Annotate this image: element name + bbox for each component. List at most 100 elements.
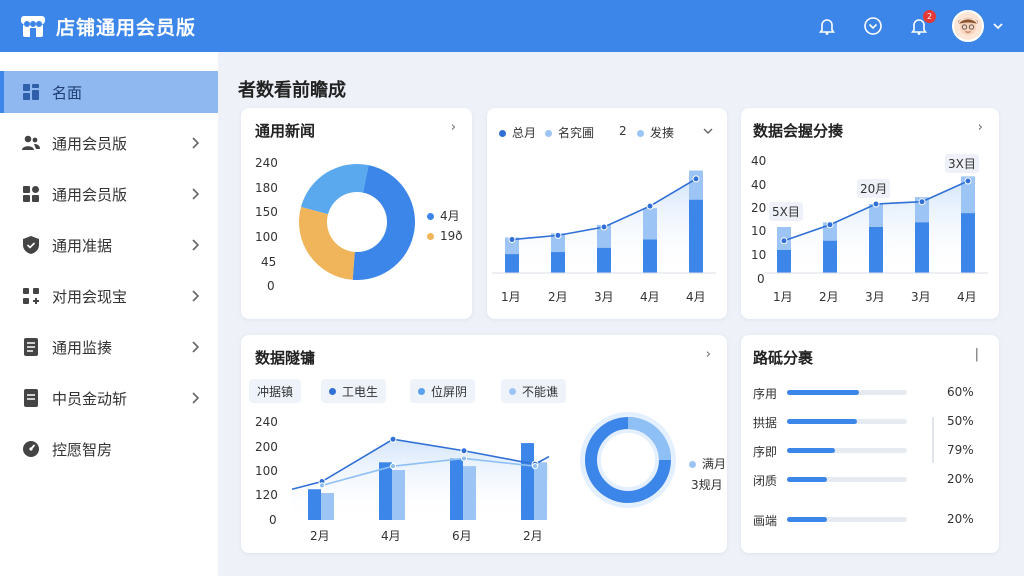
- progress-fill: [787, 448, 835, 453]
- x-tick: 2月: [548, 290, 568, 304]
- bar: [379, 462, 392, 520]
- x-tick: 4月: [957, 290, 977, 304]
- more-arrow-icon[interactable]: ›: [706, 347, 711, 362]
- chevron-circle-icon[interactable]: [862, 15, 884, 37]
- bar: [392, 470, 405, 520]
- legend-item: 19ð: [427, 229, 463, 243]
- bar-line-chart: [492, 170, 716, 274]
- avatar[interactable]: [952, 10, 984, 42]
- sidebar: 名面 通用会员版 通用会员版 通用准据 对用会现宝 通用监揍 中员金动斩 控愿智…: [0, 52, 218, 576]
- legend-item: 2: [619, 124, 627, 138]
- legend-item: 总月: [499, 124, 536, 141]
- card-title: 通用新闻: [255, 122, 316, 140]
- shield-icon: [22, 236, 40, 254]
- top-header: 店铺通用会员版 2: [0, 0, 1024, 52]
- x-tick: 3月: [594, 290, 614, 304]
- card-distribution: 路砥分裹 | 序用 60% 拱据 50% 序即 79% 闭质 20% 画端 20…: [741, 335, 999, 553]
- data-point: [872, 200, 880, 208]
- bar: [777, 250, 791, 273]
- sidebar-item-standards[interactable]: 通用准据: [0, 224, 218, 266]
- y-tick: 240: [255, 156, 278, 170]
- sidebar-item-label: 通用会员版: [52, 185, 128, 204]
- annotation: 20月: [857, 179, 891, 198]
- filter-chip[interactable]: 冲据镇: [249, 379, 302, 403]
- data-point: [508, 236, 516, 244]
- notification-icon[interactable]: 2: [908, 10, 936, 37]
- sidebar-item-label: 对用会现宝: [52, 287, 128, 306]
- filter-chip[interactable]: 工电生: [321, 379, 387, 403]
- sidebar-item-label: 中员金动斩: [52, 389, 128, 408]
- donut-chart: [299, 164, 415, 280]
- more-arrow-icon[interactable]: ›: [978, 120, 983, 135]
- data-point: [389, 435, 397, 443]
- card-data-analysis: 数据会握分揍 › 40 40 20 10 10 0 5X目 20月 3X目 1月…: [741, 108, 999, 319]
- bar: [450, 458, 463, 520]
- legend-item: 4月: [427, 207, 460, 224]
- legend-item: 发揍: [637, 124, 674, 141]
- sidebar-item-finance[interactable]: 中员金动斩: [0, 377, 218, 419]
- card-data-monitor: 数据隧镛 › 冲据镇 工电生 位屏阴 不能谯 240 200 100 120 0…: [241, 335, 727, 553]
- data-point: [460, 455, 468, 462]
- more-icon[interactable]: |: [975, 347, 979, 362]
- legend-item: 满月: [689, 455, 726, 472]
- y-tick: 45: [261, 255, 277, 269]
- gauge-icon: [22, 440, 40, 458]
- chevron-right-icon: [192, 341, 200, 353]
- bell-icon[interactable]: [816, 15, 838, 37]
- bar: [321, 493, 334, 520]
- sidebar-item-apps[interactable]: 对用会现宝: [0, 275, 218, 317]
- bar: [869, 227, 883, 273]
- x-tick: 2月: [310, 529, 330, 543]
- sidebar-item-members[interactable]: 通用会员版: [0, 122, 218, 164]
- x-tick: 4月: [686, 290, 706, 304]
- bar: [643, 239, 657, 273]
- y-tick: 240: [255, 415, 278, 429]
- file-icon: [22, 389, 40, 407]
- bar: [505, 254, 519, 273]
- x-tick: 4月: [381, 529, 401, 543]
- data-point: [600, 223, 608, 231]
- row-label: 闭质: [753, 474, 778, 488]
- chevron-down-icon[interactable]: [992, 20, 1004, 32]
- row-label: 序即: [753, 445, 778, 459]
- x-tick: 3月: [911, 290, 931, 304]
- row-value: 20%: [947, 512, 974, 526]
- chevron-right-icon: [192, 392, 200, 404]
- annotation: 3X目: [945, 154, 979, 173]
- row-value: 20%: [947, 472, 974, 486]
- progress-fill: [787, 477, 827, 482]
- x-tick: 2月: [523, 529, 543, 543]
- card-title: 数据会握分揍: [753, 122, 844, 140]
- y-tick: 200: [255, 440, 278, 454]
- bar: [823, 240, 837, 273]
- chevron-right-icon: [192, 188, 200, 200]
- y-tick: 180: [255, 181, 278, 195]
- sidebar-item-home[interactable]: 名面: [0, 71, 218, 113]
- sidebar-item-smart[interactable]: 控愿智房: [0, 428, 218, 470]
- chevron-right-icon: [192, 137, 200, 149]
- progress-fill: [787, 419, 857, 424]
- filter-chip[interactable]: 不能谯: [501, 379, 567, 403]
- app-title: 店铺通用会员版: [56, 16, 197, 39]
- filter-chip[interactable]: 位屏阴: [410, 379, 476, 403]
- y-tick: 120: [255, 488, 278, 502]
- progress-fill: [787, 390, 859, 395]
- sidebar-item-members-2[interactable]: 通用会员版: [0, 173, 218, 215]
- store-logo-icon: [21, 16, 45, 37]
- data-point: [318, 482, 326, 489]
- data-point: [646, 202, 654, 210]
- dashboard-icon: [22, 83, 40, 101]
- progress-track: [787, 517, 907, 522]
- scrollbar[interactable]: [932, 417, 934, 463]
- bar: [521, 443, 534, 520]
- more-arrow-icon[interactable]: ›: [451, 120, 456, 135]
- sidebar-item-label: 通用会员版: [52, 134, 128, 153]
- row-label: 画端: [753, 514, 778, 528]
- ring-chart: [580, 412, 676, 508]
- chevron-down-icon[interactable]: [703, 126, 713, 136]
- progress-track: [787, 390, 907, 395]
- data-point: [460, 447, 468, 455]
- sidebar-item-monitor[interactable]: 通用监揍: [0, 326, 218, 368]
- chevron-right-icon: [192, 239, 200, 251]
- row-value: 79%: [947, 443, 974, 457]
